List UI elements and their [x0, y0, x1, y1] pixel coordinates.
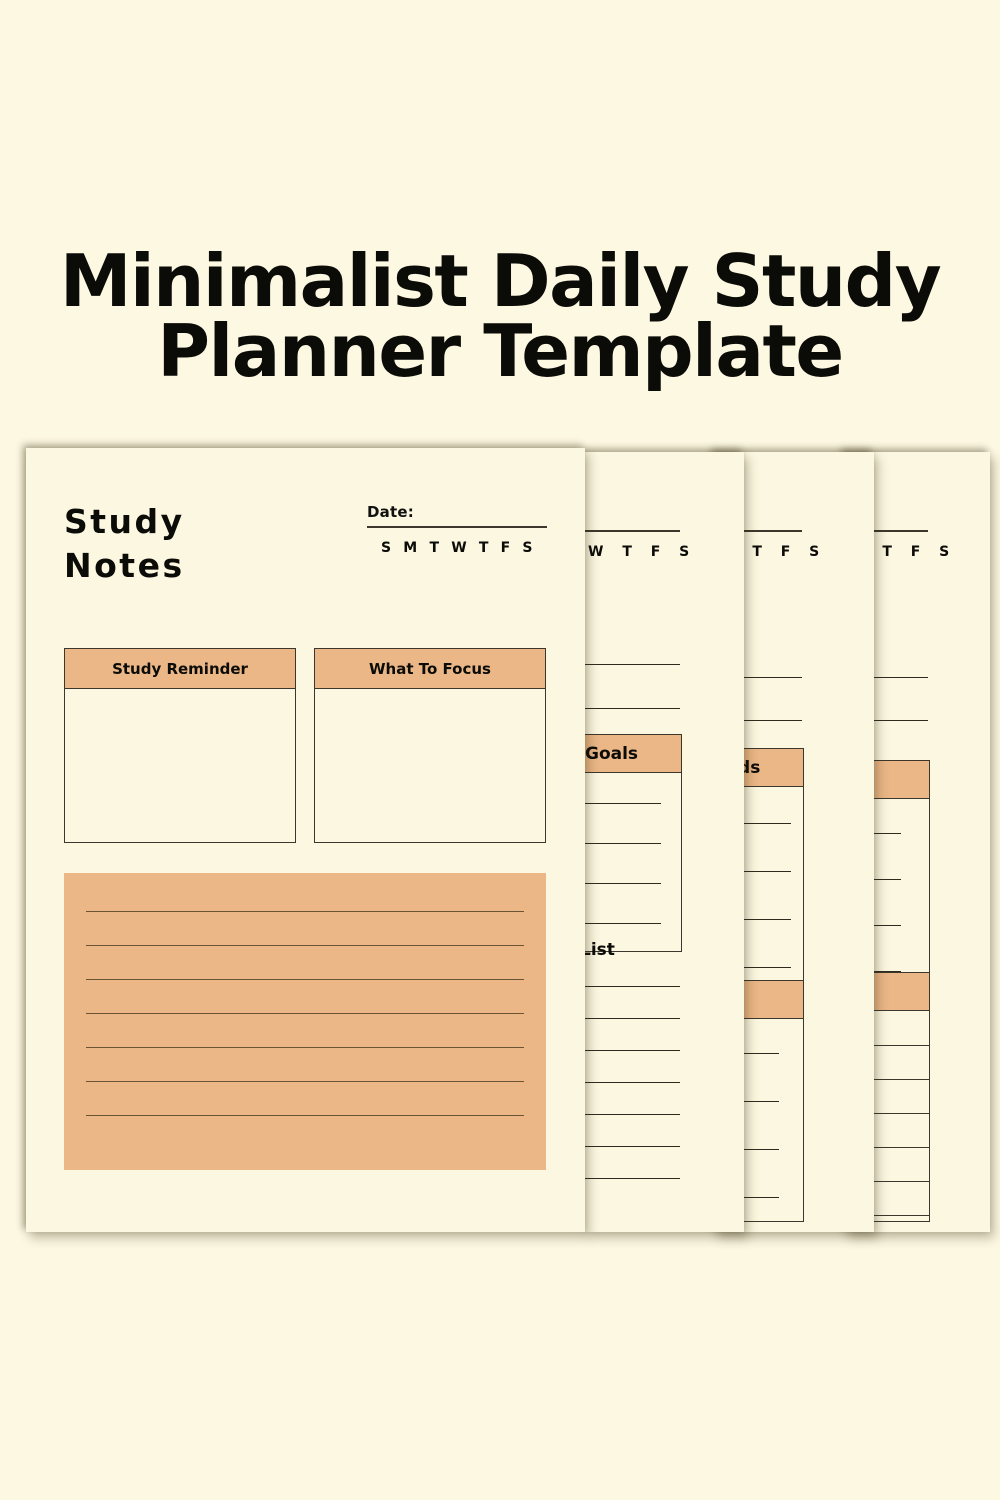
- poster-canvas: Minimalist Daily Study Planner Template …: [0, 0, 1000, 1500]
- card1-date-label: Date:: [367, 503, 414, 521]
- card2-list-line: [580, 1146, 680, 1147]
- page-title: Minimalist Daily Study Planner Template: [0, 239, 1000, 393]
- notes-writing-block[interactable]: [64, 873, 546, 1170]
- notes-line: [86, 1013, 524, 1014]
- card2-rule-1: [580, 664, 680, 665]
- card1-heading-line-1: Study: [64, 502, 185, 541]
- notes-line: [86, 979, 524, 980]
- notes-line: [86, 1047, 524, 1048]
- card2-box-line: [581, 843, 661, 844]
- study-reminder-area[interactable]: [65, 689, 295, 842]
- study-reminder-title: Study Reminder: [65, 649, 295, 689]
- title-line-2: Planner Template: [157, 309, 844, 393]
- card1-date-field[interactable]: Date: S M T W T F S: [367, 503, 547, 556]
- card1-date-underline: [367, 526, 547, 528]
- card2-list-line: [580, 986, 680, 987]
- card1-heading-line-2: Notes: [64, 546, 185, 585]
- card2-date-line: [580, 530, 680, 532]
- planner-card-1[interactable]: Study Notes Date: S M T W T F S Study Re…: [26, 448, 585, 1232]
- card2-days: W T F S: [588, 544, 697, 560]
- title-line-1: Minimalist Daily Study: [59, 239, 942, 323]
- day-letter-sun[interactable]: S: [381, 540, 392, 556]
- card1-heading: Study Notes: [64, 500, 185, 588]
- card2-rule-2: [580, 708, 680, 709]
- card1-day-selector[interactable]: S M T W T F S: [367, 540, 547, 556]
- card2-list-line: [580, 1178, 680, 1179]
- notes-line: [86, 911, 524, 912]
- card2-list-line: [580, 1050, 680, 1051]
- card2-box-line: [581, 923, 661, 924]
- day-letter-thu[interactable]: T: [479, 540, 489, 556]
- notes-line: [86, 945, 524, 946]
- what-to-focus-box[interactable]: What To Focus: [314, 648, 546, 843]
- day-letter-mon[interactable]: M: [403, 540, 417, 556]
- card2-section-label: List: [580, 940, 615, 960]
- day-letter-fri[interactable]: F: [501, 540, 511, 556]
- card2-list-line: [580, 1114, 680, 1115]
- card2-list-line: [580, 1082, 680, 1083]
- notes-line: [86, 1115, 524, 1116]
- day-letter-sat[interactable]: S: [522, 540, 533, 556]
- day-letter-wed[interactable]: W: [451, 540, 467, 556]
- card2-list-line: [580, 1018, 680, 1019]
- card2-box-line: [581, 883, 661, 884]
- day-letter-tue[interactable]: T: [429, 540, 439, 556]
- card2-box-goals[interactable]: Goals: [580, 734, 682, 952]
- card2-box-line: [581, 803, 661, 804]
- notes-line: [86, 1081, 524, 1082]
- study-reminder-box[interactable]: Study Reminder: [64, 648, 296, 843]
- what-to-focus-title: What To Focus: [315, 649, 545, 689]
- what-to-focus-area[interactable]: [315, 689, 545, 842]
- card1-box-row: Study Reminder What To Focus: [64, 648, 546, 843]
- card2-box-title: Goals: [581, 735, 681, 773]
- planner-card-2[interactable]: W T F S Goals List: [580, 452, 744, 1232]
